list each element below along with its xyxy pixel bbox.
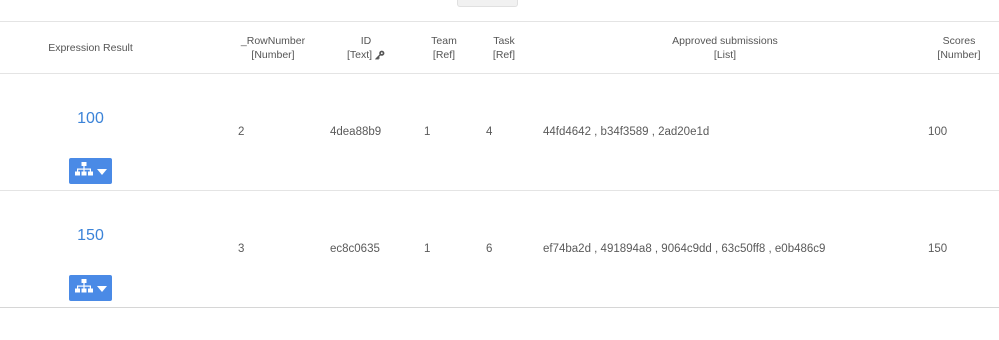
key-icon [375, 50, 385, 60]
header-row-number-title: _RowNumber [240, 34, 306, 47]
approved-submissions-cell: ef74ba2d , 491894a8 , 9064c9dd , 63c50ff… [543, 243, 826, 255]
header-row-number: _RowNumber [Number] [236, 22, 310, 73]
expression-tree-button[interactable] [69, 158, 112, 184]
sitemap-icon [74, 278, 94, 299]
table-header: Expression Result _RowNumber [Number] ID… [0, 21, 999, 74]
header-scores-title: Scores [942, 34, 976, 47]
header-row-number-type: [Number] [251, 48, 295, 61]
scores-cell: 100 [928, 126, 948, 138]
team-cell: 1 [424, 243, 431, 255]
header-expression-result: Expression Result [0, 22, 181, 73]
sitemap-icon [74, 161, 94, 182]
header-id-type: [Text] [346, 48, 373, 61]
scores-cell: 150 [928, 243, 948, 255]
expression-result-cell: 150 [0, 191, 181, 307]
header-task: Task [Ref] [484, 22, 524, 73]
header-approved-submissions: Approved submissions [List] [640, 22, 810, 73]
expression-test-page: Expression Result _RowNumber [Number] ID… [0, 0, 999, 340]
header-team-title: Team [431, 34, 457, 47]
results-table: Expression Result _RowNumber [Number] ID… [0, 21, 999, 308]
header-team-type: [Ref] [432, 48, 456, 61]
table-row: 100 2 4dea88b9 1 4 44fd4642 , b34f3589 ,… [0, 74, 999, 191]
task-cell: 6 [486, 243, 493, 255]
row-number-cell: 3 [238, 243, 245, 255]
row-number-cell: 2 [238, 126, 245, 138]
header-team: Team [Ref] [424, 22, 464, 73]
team-cell: 1 [424, 126, 431, 138]
header-expression-result-title: Expression Result [48, 41, 133, 54]
header-approved-type: [List] [713, 48, 737, 61]
header-scores-type: [Number] [937, 48, 981, 61]
id-cell: 4dea88b9 [330, 126, 382, 138]
expression-result-cell: 100 [0, 74, 181, 190]
approved-submissions-cell: 44fd4642 , b34f3589 , 2ad20e1d [543, 126, 710, 138]
caret-down-icon [97, 279, 107, 297]
header-approved-title: Approved submissions [672, 34, 778, 47]
top-tab-handle[interactable] [457, 0, 518, 7]
header-task-type: [Ref] [492, 48, 516, 61]
expression-result-link[interactable]: 100 [0, 110, 181, 128]
id-cell: ec8c0635 [330, 243, 380, 255]
table-row: 150 3 ec8c0635 1 6 ef74ba2d , 491894a8 ,… [0, 191, 999, 308]
task-cell: 4 [486, 126, 493, 138]
header-task-title: Task [493, 34, 515, 47]
header-id-type-line: [Text] [347, 48, 385, 62]
caret-down-icon [97, 162, 107, 180]
expression-tree-button[interactable] [69, 275, 112, 301]
header-scores: Scores [Number] [929, 22, 989, 73]
header-id: ID [Text] [336, 22, 396, 73]
header-id-title: ID [360, 34, 372, 47]
expression-result-link[interactable]: 150 [0, 227, 181, 245]
